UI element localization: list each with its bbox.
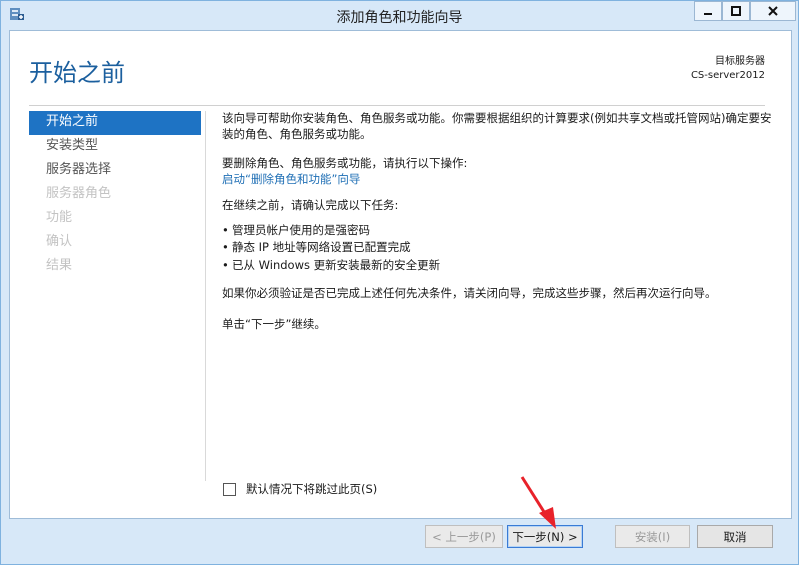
target-server-label: 目标服务器 (715, 56, 765, 67)
skip-page-label: 默认情况下将跳过此页(S) (246, 482, 378, 496)
minimize-button[interactable] (694, 1, 722, 21)
page-title: 开始之前 (29, 59, 125, 87)
bullet-icon: • (222, 240, 229, 254)
target-server-info: 目标服务器 CS-server2012 (691, 55, 765, 83)
skip-page-option[interactable]: 默认情况下将跳过此页(S) (223, 481, 377, 497)
remove-instructions: 要删除角色、角色服务或功能，请执行以下操作: (222, 156, 468, 170)
task-text: 已从 Windows 更新安装最新的安全更新 (232, 258, 441, 272)
window-title: 添加角色和功能向导 (336, 10, 463, 26)
verify-text: 如果你必须验证是否已完成上述任何先决条件，请关闭向导，完成这些步骤，然后再次运行… (222, 286, 717, 300)
remove-wizard-link[interactable]: 启动“删除角色和功能”向导 (222, 171, 360, 187)
task-text: 静态 IP 地址等网络设置已配置完成 (232, 240, 411, 254)
maximize-button[interactable] (722, 1, 750, 21)
nav-item-server-roles: 服务器角色 (46, 186, 112, 201)
bullet-icon: • (222, 258, 229, 272)
nav-item-server-selection[interactable]: 服务器选择 (29, 159, 201, 183)
task-item: • 静态 IP 地址等网络设置已配置完成 (222, 239, 411, 255)
install-button[interactable]: 安装(I) (615, 525, 690, 548)
bullet-icon: • (222, 223, 229, 237)
intro-text: 该向导可帮助你安装角色、角色服务或功能。你需要根据组织的计算要求(例如共享文档或… (222, 111, 772, 141)
cancel-button[interactable]: 取消 (697, 525, 773, 548)
maximize-icon (731, 6, 741, 16)
nav-item-installation-type[interactable]: 安装类型 (29, 135, 201, 159)
nav-item-features: 功能 (46, 210, 73, 225)
title-bar[interactable]: 添加角色和功能向导 (1, 1, 798, 29)
wizard-footer: < 上一步(P) 下一步(N) > 安装(I) 取消 (9, 518, 790, 562)
wizard-window: 添加角色和功能向导 开始之前 目标服务器 CS-server2012 开始之前 … (0, 0, 799, 565)
task-text: 管理员帐户使用的是强密码 (232, 223, 370, 237)
wizard-nav: 开始之前 安装类型 服务器选择 服务器角色 功能 确认 结果 (29, 111, 201, 279)
header-divider (29, 105, 765, 106)
nav-separator (205, 111, 206, 481)
skip-page-checkbox[interactable] (223, 482, 236, 496)
target-server-name: CS-server2012 (690, 70, 765, 81)
red-arrow-annotation-icon (520, 476, 556, 529)
nav-item-confirmation: 确认 (46, 234, 73, 249)
task-item: • 管理员帐户使用的是强密码 (222, 222, 370, 238)
nav-item-results: 结果 (46, 258, 73, 273)
previous-button[interactable]: < 上一步(P) (425, 525, 503, 548)
wizard-content: 开始之前 目标服务器 CS-server2012 开始之前 安装类型 服务器选择… (9, 30, 792, 519)
close-button[interactable] (750, 1, 796, 21)
task-item: • 已从 Windows 更新安装最新的安全更新 (222, 257, 440, 273)
nav-item-before-you-begin[interactable]: 开始之前 (29, 111, 201, 135)
continue-text: 单击“下一步”继续。 (222, 317, 326, 331)
before-continue-text: 在继续之前，请确认完成以下任务: (222, 198, 399, 212)
minimize-icon (704, 13, 712, 15)
close-icon (768, 6, 778, 16)
